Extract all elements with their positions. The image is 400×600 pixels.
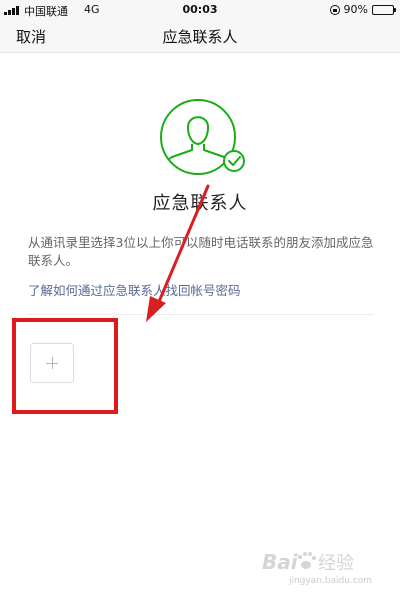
baidu-watermark: Bai 经验 jingyan.baidu.com <box>262 547 372 586</box>
status-right: 90% <box>329 3 396 16</box>
baidu-logo-icon: Bai 经验 <box>262 550 354 574</box>
battery-icon <box>372 4 396 15</box>
person-shield-icon <box>160 99 245 175</box>
watermark-url: jingyan.baidu.com <box>288 576 372 586</box>
app-screen: 中国联通 4G 00:03 90% 取消 应急联系人 应急联系人 从通讯录里选择… <box>0 0 400 600</box>
cancel-button[interactable]: 取消 <box>16 26 46 47</box>
plus-icon <box>31 344 73 382</box>
section-title: 应急联系人 <box>152 193 248 214</box>
page-title: 应急联系人 <box>162 28 238 46</box>
add-contact-button[interactable] <box>30 343 74 383</box>
navigation-bar: 取消 应急联系人 <box>0 20 400 53</box>
svg-text:Bai: Bai <box>262 550 299 574</box>
svg-text:经验: 经验 <box>318 553 354 574</box>
annotation-arrow <box>146 184 210 322</box>
divider <box>28 314 374 315</box>
description-text: 从通讯录里选择3位以上你可以随时电话联系的朋友添加成应急联系人。 <box>28 235 374 268</box>
recover-account-help-link[interactable]: 了解如何通过应急联系人找回帐号密码 <box>28 280 241 299</box>
status-bar: 中国联通 4G 00:03 90% <box>0 0 400 20</box>
rotation-lock-icon <box>329 4 340 15</box>
battery-percent: 90% <box>343 3 368 16</box>
